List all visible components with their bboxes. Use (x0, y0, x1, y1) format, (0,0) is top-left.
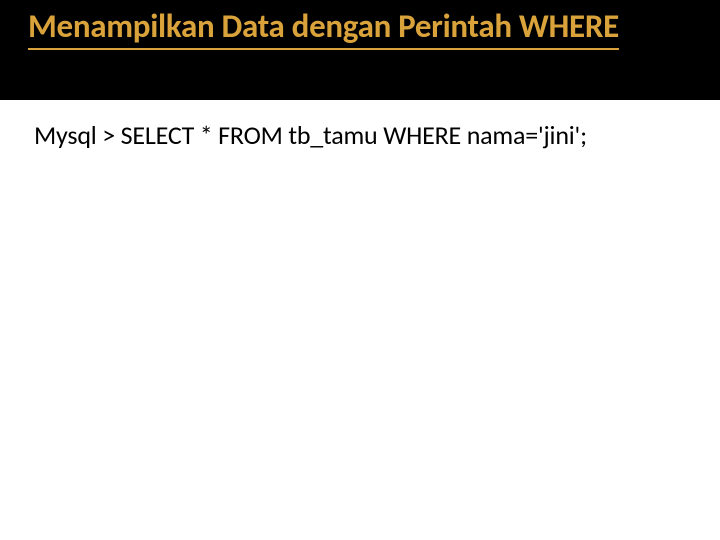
content-area: Mysql > SELECT * FROM tb_tamu WHERE nama… (0, 100, 720, 151)
title-wrap: Menampilkan Data dengan Perintah WHERE (28, 8, 619, 46)
title-bar: Menampilkan Data dengan Perintah WHERE (0, 0, 720, 100)
body-text: Mysql > SELECT * FROM tb_tamu WHERE nama… (34, 120, 686, 151)
slide: Menampilkan Data dengan Perintah WHERE M… (0, 0, 720, 540)
slide-title: Menampilkan Data dengan Perintah WHERE (28, 6, 619, 50)
